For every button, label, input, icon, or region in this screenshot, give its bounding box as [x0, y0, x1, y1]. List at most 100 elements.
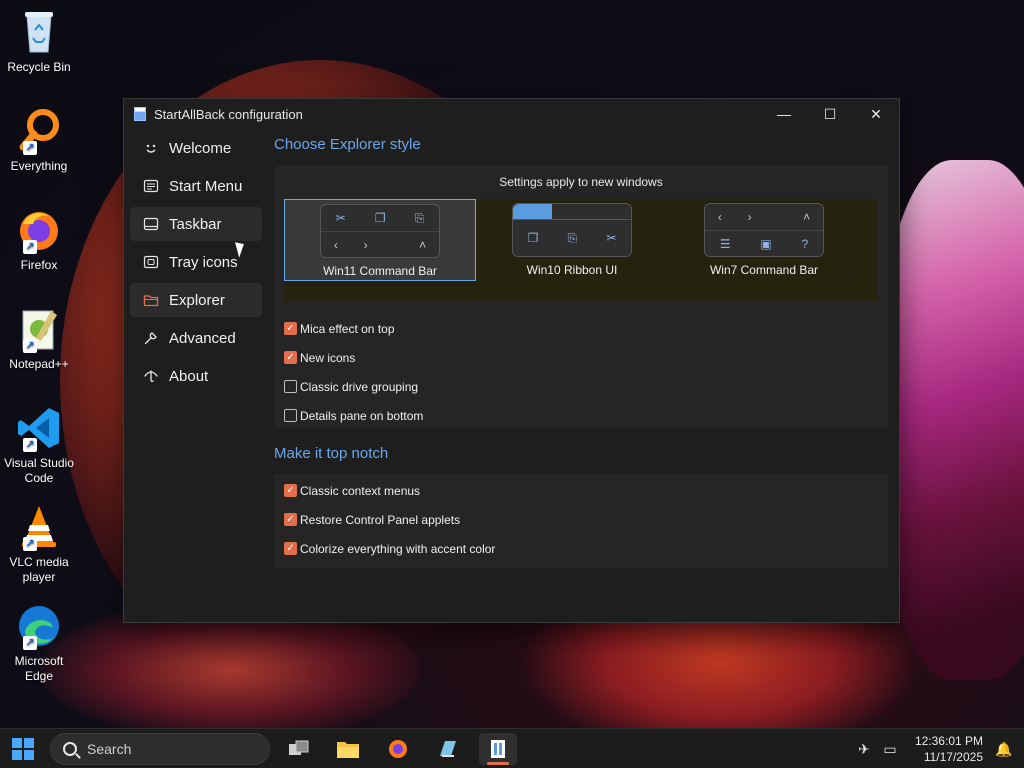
up-icon: ˄	[803, 210, 811, 224]
style-option-win7-command-bar[interactable]: ‹ › ˄ ☰ ▣ ? Win7 Command Bar	[668, 199, 860, 281]
desktop-icon-label: Everything	[10, 159, 68, 173]
sidebar-item-label: Start Menu	[169, 177, 243, 195]
vlc-cone-icon: ↗	[15, 503, 63, 551]
windows-logo-tile	[24, 750, 34, 760]
taskbar-startallback[interactable]	[479, 733, 517, 765]
sidebar-item-explorer[interactable]: Explorer	[130, 283, 262, 317]
sidebar-item-about[interactable]: About	[130, 359, 262, 393]
paste-icon: ⎘	[414, 210, 425, 225]
explorer-style-selector: ✂ ❐ ⎘ ‹ › ˄ Win11 Command Bar ❐ ⎘ ✂ Win1…	[284, 199, 878, 301]
wrench-icon	[142, 329, 160, 347]
style-option-win10-ribbon-ui[interactable]: ❐ ⎘ ✂ Win10 Ribbon UI	[476, 199, 668, 281]
start-button[interactable]	[12, 738, 34, 760]
command-bar-row: ✂ ❐ ⎘	[321, 205, 439, 231]
checkbox-unchecked[interactable]	[284, 409, 297, 422]
network-disconnected-icon[interactable]: ✈	[854, 739, 874, 759]
shortcut-arrow-icon: ↗	[23, 438, 37, 452]
sidebar-item-welcome[interactable]: Welcome	[130, 131, 262, 165]
section-title-top-notch: Make it top notch	[274, 445, 389, 462]
maximize-button[interactable]: ☐	[807, 99, 853, 129]
taskbar-app-pane[interactable]	[429, 733, 467, 765]
notification-bell-icon[interactable]: 🔔	[994, 739, 1014, 759]
taskbar-file-explorer[interactable]	[329, 733, 367, 765]
option-label: Classic drive grouping	[300, 379, 419, 394]
checkbox-checked[interactable]: ✓	[284, 513, 297, 526]
sidebar-item-label: About	[169, 367, 209, 385]
checkbox-checked[interactable]: ✓	[284, 542, 297, 555]
tray-icon	[142, 253, 160, 271]
windows-logo-tile	[12, 750, 22, 760]
active-indicator	[487, 762, 509, 765]
section-title-explorer-style: Choose Explorer style	[274, 136, 421, 153]
style-option-label: Win11 Command Bar	[323, 264, 437, 278]
desktop-icon-firefox[interactable]: ↗ Firefox	[2, 206, 76, 273]
system-tray: ✈ ▭ 12:36:01 PM 11/17/2025 🔔	[851, 729, 1024, 768]
sidebar-item-label: Advanced	[169, 329, 236, 347]
close-button[interactable]: ✕	[853, 99, 899, 129]
checkbox-unchecked[interactable]	[284, 380, 297, 393]
desktop-icon-edge[interactable]: ↗ Microsoft Edge	[2, 602, 76, 684]
shortcut-arrow-icon: ↗	[23, 141, 37, 155]
view-icon: ☰	[719, 236, 731, 251]
desktop-icon-recycle-bin[interactable]: Recycle Bin	[2, 8, 76, 75]
copy-icon: ❐	[527, 231, 539, 245]
preview-pane-icon: ▣	[760, 236, 772, 251]
firefox-icon: ↗	[15, 206, 63, 254]
top-notch-section: Make it top notch ✓ Classic context menu…	[274, 440, 888, 568]
desktop-icon-everything[interactable]: ↗ Everything	[2, 107, 76, 174]
copy-icon: ❐	[374, 211, 386, 225]
desktop-icon-label: Recycle Bin	[7, 60, 71, 74]
notepadpp-icon: ↗	[15, 305, 63, 353]
forward-icon: ›	[747, 210, 752, 224]
option-mica-effect[interactable]: ✓ Mica effect on top	[284, 314, 878, 343]
task-view-button[interactable]	[280, 733, 318, 765]
win7-command-bar-thumbnail: ‹ › ˄ ☰ ▣ ?	[704, 203, 824, 257]
title-bar[interactable]: StartAllBack configuration — ☐ ✕	[124, 99, 899, 129]
desktop-icon-label: Firefox	[20, 258, 58, 272]
checkbox-checked[interactable]: ✓	[284, 484, 297, 497]
sidebar-item-advanced[interactable]: Advanced	[130, 321, 262, 355]
sidebar-nav: Welcome Start Menu Taskbar Tray icons Ex…	[130, 131, 262, 397]
desktop-icon-vlc[interactable]: ↗ VLC media player	[2, 503, 76, 585]
cut-icon: ✂	[606, 231, 617, 245]
windows-logo-tile	[12, 738, 22, 748]
clock-time: 12:36:01 PM	[914, 734, 983, 748]
desktop-icon-label: Notepad++	[9, 357, 69, 371]
taskbar-search-box[interactable]: Search	[50, 733, 270, 765]
sidebar-item-start-menu[interactable]: Start Menu	[130, 169, 262, 203]
window-controls: — ☐ ✕	[761, 99, 899, 129]
minimize-button[interactable]: —	[761, 99, 807, 129]
taskbar-firefox[interactable]	[379, 733, 417, 765]
taskbar-clock[interactable]: 12:36:01 PM 11/17/2025	[915, 733, 983, 765]
shortcut-arrow-icon: ↗	[23, 537, 37, 551]
folder-icon	[142, 291, 160, 309]
sidebar-item-taskbar[interactable]: Taskbar	[130, 207, 262, 241]
option-label: Classic context menus	[300, 483, 421, 498]
option-details-pane-bottom[interactable]: Details pane on bottom	[284, 401, 878, 430]
option-classic-drive-grouping[interactable]: Classic drive grouping	[284, 372, 878, 401]
style-option-label: Win10 Ribbon UI	[526, 263, 618, 277]
checkbox-checked[interactable]: ✓	[284, 322, 297, 335]
task-view-icon	[289, 740, 309, 755]
taskbar-icon	[142, 215, 160, 233]
settings-note: Settings apply to new windows	[499, 175, 663, 189]
ribbon-tab	[591, 204, 631, 220]
option-new-icons[interactable]: ✓ New icons	[284, 343, 878, 372]
explorer-options: ✓ Mica effect on top ✓ New icons Classic…	[284, 314, 878, 430]
shortcut-arrow-icon: ↗	[23, 240, 37, 254]
option-colorize-accent[interactable]: ✓ Colorize everything with accent color	[284, 534, 878, 563]
explorer-settings-content: Choose Explorer style Settings apply to …	[274, 131, 888, 568]
startallback-icon	[491, 740, 505, 758]
style-option-win11-command-bar[interactable]: ✂ ❐ ⎘ ‹ › ˄ Win11 Command Bar	[284, 199, 476, 281]
desktop-icon-notepadpp[interactable]: ↗ Notepad++	[2, 305, 76, 372]
option-classic-context-menus[interactable]: ✓ Classic context menus	[284, 476, 878, 505]
option-restore-control-panel[interactable]: ✓ Restore Control Panel applets	[284, 505, 878, 534]
vscode-icon: ↗	[15, 404, 63, 452]
taskbar: Search ✈ ▭ 12:36:01 PM 11/17/2025 🔔	[0, 728, 1024, 768]
clock-date: 11/17/2025	[923, 750, 983, 764]
display-icon[interactable]: ▭	[880, 739, 900, 759]
desktop-icon-label: Microsoft Edge	[14, 654, 64, 683]
search-icon	[63, 742, 77, 756]
checkbox-checked[interactable]: ✓	[284, 351, 297, 364]
desktop-icon-vscode[interactable]: ↗ Visual Studio Code	[2, 404, 76, 486]
